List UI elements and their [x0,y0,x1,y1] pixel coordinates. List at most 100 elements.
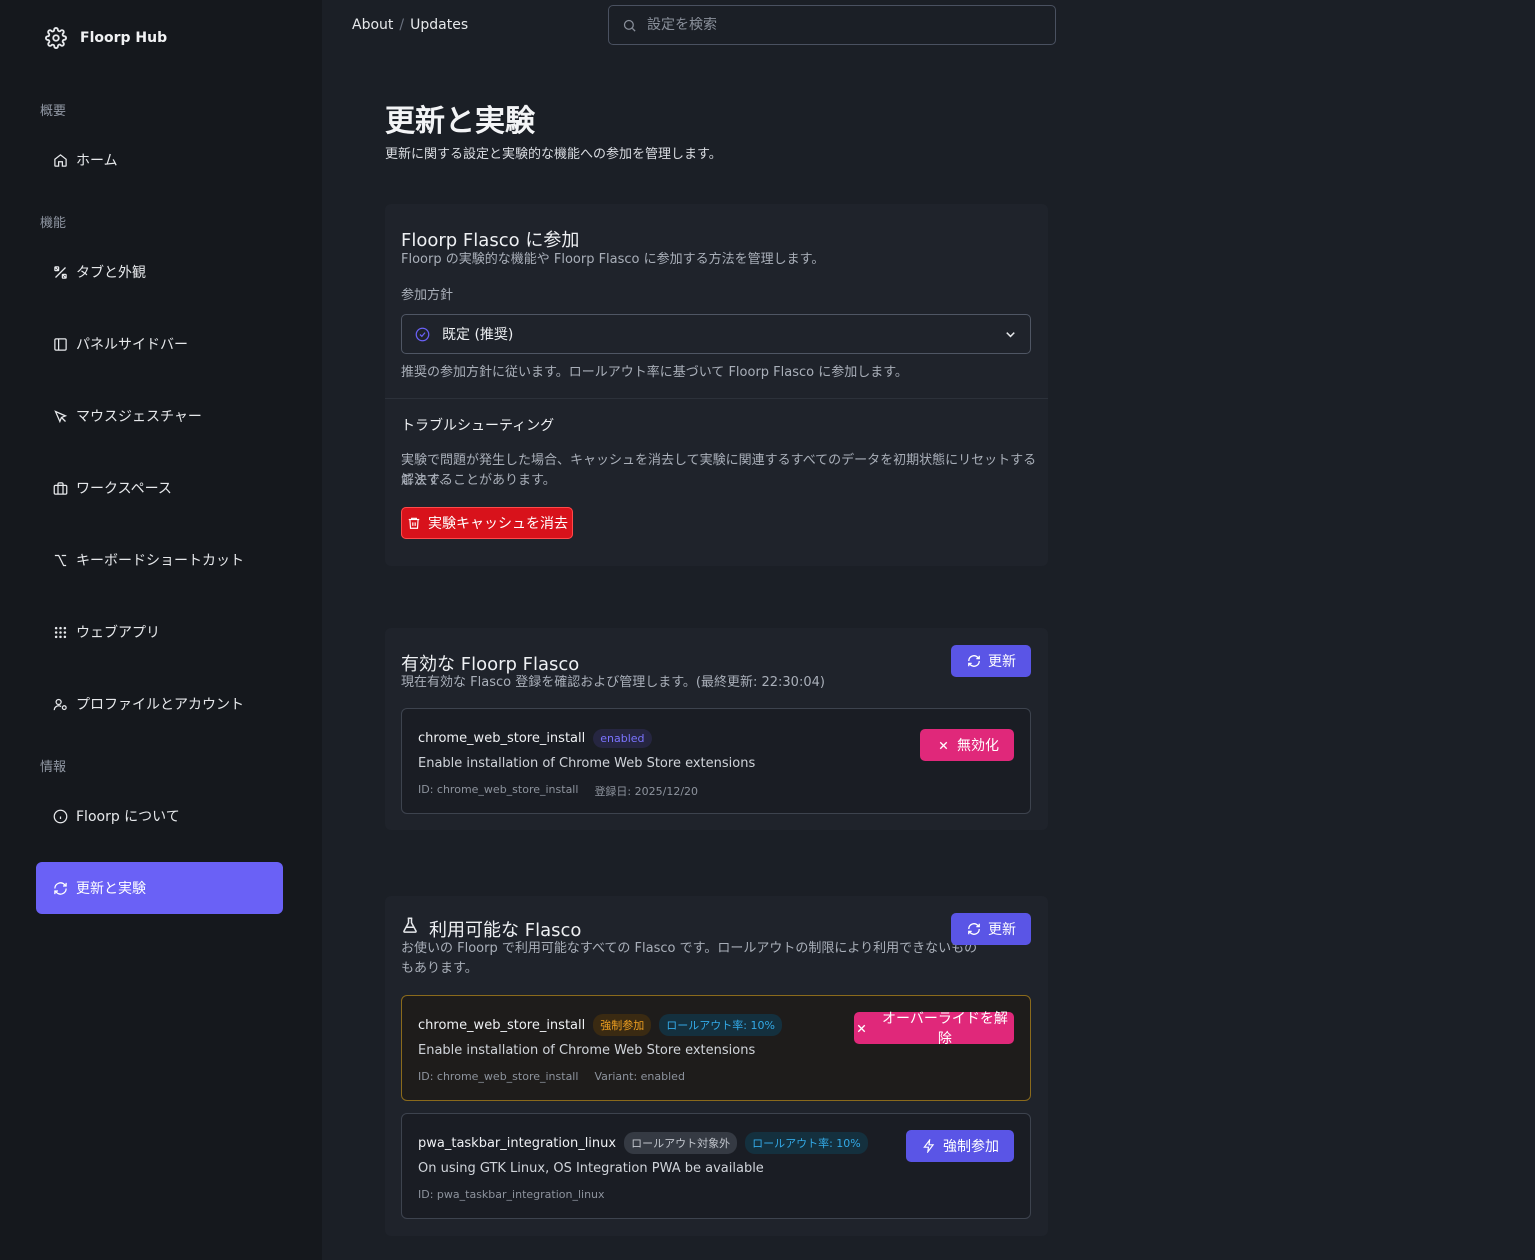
sidebar-item-label: ホーム [76,153,118,169]
sidebar-item-label: タブと外観 [76,265,146,281]
forced-badge: 強制参加 [593,1014,652,1036]
clear-cache-button[interactable]: 実験キャッシュを消去 [401,507,573,539]
sidebar-item-updates-experiments[interactable]: 更新と実験 [36,862,283,914]
troubleshoot-title: トラブルシューティング [401,418,555,434]
active-desc: 現在有効な Flasco 登録を確認および管理します。(最終更新: 22:30:… [401,675,825,690]
breadcrumb-separator: / [399,17,405,33]
flasco-desc: On using GTK Linux, OS Integration PWA b… [418,1161,764,1176]
sidebar-item-label: ワークスペース [76,481,172,497]
policy-select-value: 既定 (推奨) [442,327,514,343]
pointer-icon [52,408,68,424]
sidebar-item-mouse-gestures[interactable]: マウスジェスチャー [36,390,283,442]
sidebar-item-label: プロファイルとアカウント [76,697,244,713]
participation-card: Floorp Flasco に参加 Floorp の実験的な機能や Floorp… [385,204,1048,566]
available-refresh-button[interactable]: 更新 [951,913,1031,945]
sidebar-item-workspaces[interactable]: ワークスペース [36,462,283,514]
breadcrumb-updates[interactable]: Updates [410,17,468,33]
policy-help: 推奨の参加方針に従います。ロールアウト率に基づいて Floorp Flasco … [401,365,908,380]
force-enroll-label: 強制参加 [943,1139,999,1155]
policy-label: 参加方針 [401,288,454,303]
flasco-id: ID: chrome_web_store_install [418,783,579,796]
sidebar-item-about-floorp[interactable]: Floorp について [36,790,283,842]
refresh-label: 更新 [988,922,1016,938]
sidebar-item-label: パネルサイドバー [76,337,188,353]
brand-label: Floorp Hub [80,30,168,46]
sidebar-item-label: Floorp について [76,809,180,825]
breadcrumb-about[interactable]: About [352,17,393,33]
sidebar-item-home[interactable]: ホーム [36,134,283,186]
divider [385,398,1048,399]
remove-override-label: オーバーライドを解除 [881,1011,1008,1047]
active-refresh-button[interactable]: 更新 [951,645,1031,677]
refresh-icon [52,880,68,896]
available-desc-line2: もあります。 [401,961,478,976]
section-features: 機能 [40,216,67,231]
sidebar-item-profiles-accounts[interactable]: プロファイルとアカウント [36,678,283,730]
grid-icon [52,624,68,640]
flasco-variant: Variant: enabled [594,1070,685,1083]
flasco-meta: ID: pwa_taskbar_integration_linux [418,1188,605,1201]
panel-icon [52,336,68,352]
flasco-name: pwa_taskbar_integration_linux [418,1135,617,1151]
flask-icon [401,916,419,934]
lightning-icon [921,1138,937,1154]
rollout-badge: ロールアウト率: 10% [745,1132,868,1154]
brand[interactable]: Floorp Hub [44,24,167,52]
available-flasco-item: chrome_web_store_install 強制参加 ロールアウト率: 1… [401,995,1031,1101]
search-box[interactable] [608,5,1056,45]
refresh-icon [966,653,982,669]
remove-override-button[interactable]: オーバーライドを解除 [854,1011,1014,1047]
check-circle-icon [414,326,430,342]
flasco-name: chrome_web_store_install [418,731,586,746]
clear-cache-label: 実験キャッシュを消去 [428,516,568,532]
refresh-label: 更新 [988,654,1016,670]
sidebar-item-panel-sidebar[interactable]: パネルサイドバー [36,318,283,370]
home-icon [52,152,68,168]
sidebar-item-label: マウスジェスチャー [76,409,202,425]
flasco-meta: ID: chrome_web_store_install Variant: en… [418,1070,685,1083]
section-overview: 概要 [40,104,67,119]
sidebar-item-label: キーボードショートカット [76,553,244,569]
troubleshoot-desc-line2: 解決することがあります。 [401,473,556,488]
palette-icon [52,264,68,280]
flasco-name: chrome_web_store_install [418,1017,586,1033]
trash-icon [406,515,422,531]
info-icon [52,808,68,824]
briefcase-icon [52,480,68,496]
available-flasco-card: 利用可能な Flasco お使いの Floorp で利用可能なすべての Flas… [385,896,1048,1236]
disable-label: 無効化 [957,738,999,754]
close-icon [854,1020,870,1036]
disable-button[interactable]: 無効化 [920,729,1014,761]
force-enroll-button[interactable]: 強制参加 [906,1130,1014,1162]
section-info: 情報 [40,760,67,775]
participation-desc: Floorp の実験的な機能や Floorp Flasco に参加する方法を管理… [401,252,825,267]
status-badge: enabled [593,729,652,748]
sidebar-item-label: 更新と実験 [76,881,146,897]
active-flasco-card: 有効な Floorp Flasco 現在有効な Flasco 登録を確認および管… [385,628,1048,830]
search-icon [621,17,637,33]
sidebar-item-web-apps[interactable]: ウェブアプリ [36,606,283,658]
sidebar-item-tabs-appearance[interactable]: タブと外観 [36,246,283,298]
participation-title: Floorp Flasco に参加 [401,230,580,251]
close-icon [935,737,951,753]
breadcrumb: About / Updates [352,17,468,33]
active-flasco-item: chrome_web_store_install enabled Enable … [401,708,1031,814]
available-flasco-item: pwa_taskbar_integration_linux ロールアウト対象外 … [401,1113,1031,1219]
flasco-date: 登録日: 2025/12/20 [594,785,699,798]
sidebar-item-keyboard-shortcuts[interactable]: キーボードショートカット [36,534,283,586]
available-desc-line1: お使いの Floorp で利用可能なすべての Flasco です。ロールアウトの… [401,941,978,956]
page-title: 更新と実験 [385,104,535,139]
policy-select[interactable]: 既定 (推奨) [401,314,1031,354]
user-icon [52,696,68,712]
refresh-icon [966,921,982,937]
flasco-desc: Enable installation of Chrome Web Store … [418,1043,756,1058]
sidebar: Floorp Hub 概要 ホーム 機能 タブと外観 パネルサイドバー マウスジ… [0,0,322,1260]
page-subtitle: 更新に関する設定と実験的な機能への参加を管理します。 [385,147,722,162]
sidebar-item-label: ウェブアプリ [76,625,160,641]
option-key-icon [52,552,68,568]
search-input[interactable] [647,17,1027,33]
gear-icon [44,26,68,50]
rollout-badge: ロールアウト率: 10% [659,1014,782,1036]
flasco-desc: Enable installation of Chrome Web Store … [418,756,756,771]
flasco-meta: ID: chrome_web_store_install 登録日: 2025/1… [418,783,698,799]
